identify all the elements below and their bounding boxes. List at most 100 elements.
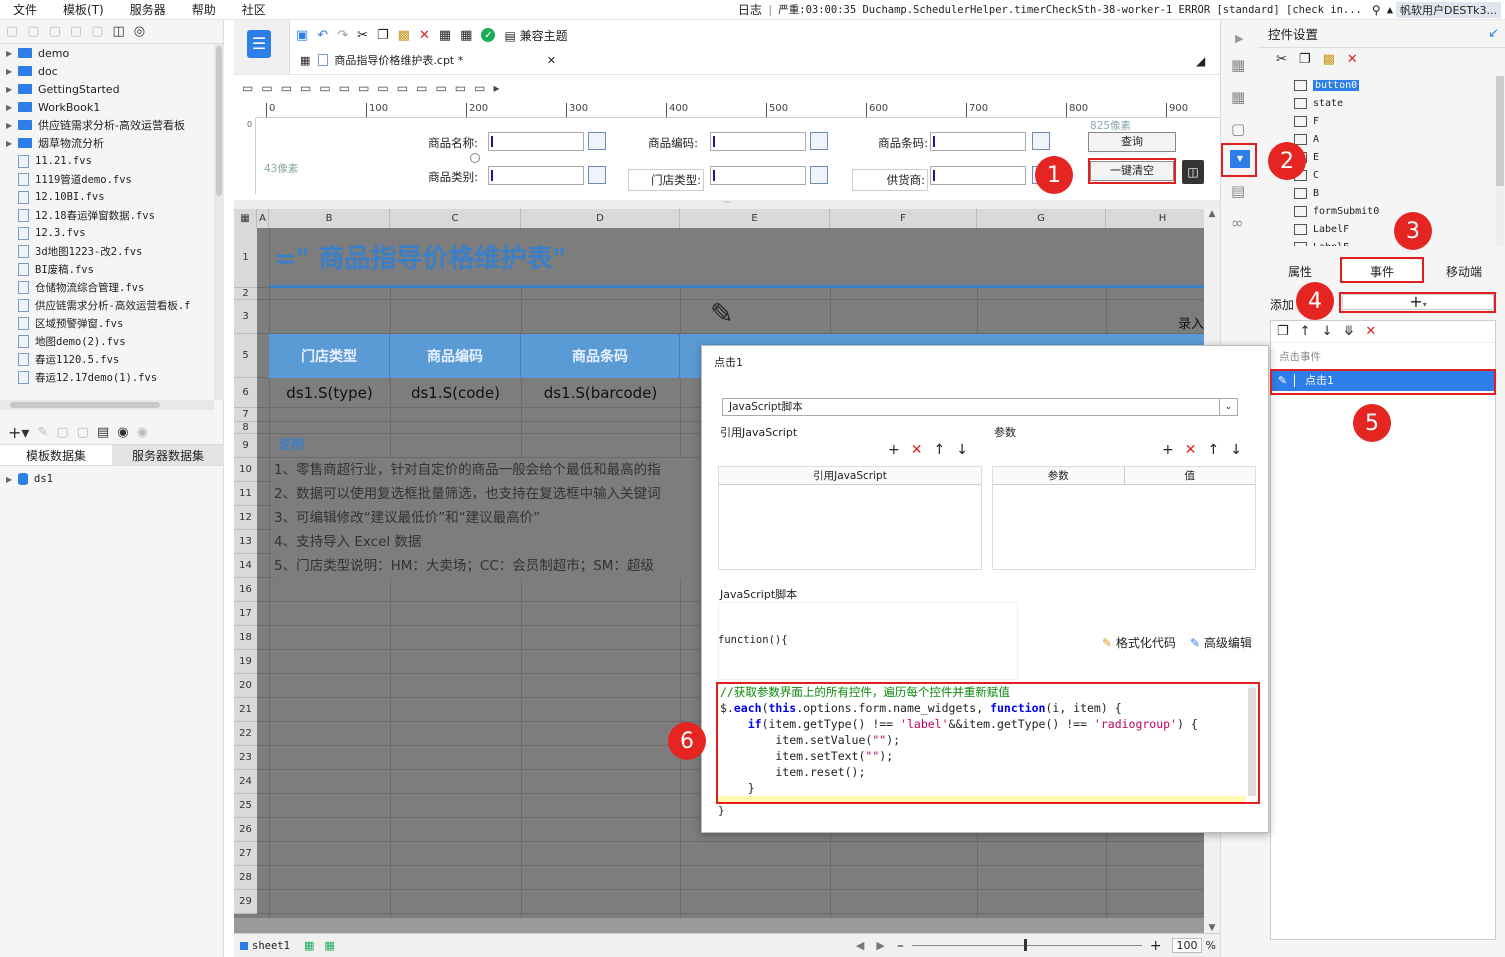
code-line[interactable]: } <box>720 780 1256 796</box>
tree-scrollbar[interactable] <box>214 44 224 400</box>
code-scrollbar[interactable] <box>1248 688 1256 796</box>
upload-widget-icon[interactable]: ▭ <box>435 81 446 95</box>
param-down-icon[interactable]: ↓ <box>1230 442 1242 458</box>
paste-icon[interactable]: ▩ <box>1323 52 1335 67</box>
sheet-hscroll[interactable] <box>234 918 1204 933</box>
splitter[interactable]: ··· <box>234 199 1220 209</box>
row-header[interactable]: 21 <box>234 698 257 722</box>
code-line[interactable]: $.each(this.options.form.name_widgets, f… <box>720 700 1256 716</box>
delete-icon[interactable]: ✕ <box>1347 52 1358 67</box>
row-header[interactable]: 23 <box>234 746 257 770</box>
locate-icon[interactable]: ◎ <box>134 24 145 39</box>
row-header[interactable]: 13 <box>234 530 257 554</box>
table-header-cell[interactable]: 商品编码 <box>390 334 521 378</box>
scroll-left-icon[interactable]: ◀ <box>856 939 864 952</box>
expand-arrow[interactable]: ▶ <box>6 103 18 112</box>
move-bottom-icon[interactable]: ⤋ <box>1343 324 1354 339</box>
product-code-picker-icon[interactable] <box>810 132 828 150</box>
tree-file[interactable]: 春运12.17demo(1).fvs <box>0 368 214 386</box>
widget-tree-item[interactable]: state <box>1294 94 1494 112</box>
tab-menu-icon[interactable]: ◢ <box>1196 54 1205 68</box>
category-input[interactable] <box>488 166 584 185</box>
copy-icon[interactable]: ❐ <box>377 28 389 43</box>
tree-file[interactable]: 12.3.fvs <box>0 224 214 242</box>
close-icon[interactable]: ✕ <box>547 54 556 67</box>
collapse-handle[interactable]: ☰ <box>234 20 290 76</box>
report-title-cell[interactable]: =" 商品指导价格维护表" <box>270 228 1204 288</box>
code-line[interactable]: item.reset(); <box>720 764 1256 780</box>
zoom-out-icon[interactable]: – <box>897 938 904 954</box>
widget-tree-item[interactable]: B <box>1294 184 1494 202</box>
column-header[interactable]: D <box>521 209 680 228</box>
notes-line[interactable]: 5、门店类型说明：HM：大卖场；CC：会员制超市；SM：超级 <box>274 554 704 578</box>
tab-template-datasets[interactable]: 模板数据集 <box>0 445 112 465</box>
row-header[interactable]: 12 <box>234 506 257 530</box>
delete-dataset-icon[interactable]: ▢ <box>56 425 68 440</box>
save-icon[interactable]: ▣ <box>296 28 308 43</box>
delete-icon[interactable]: ▢ <box>49 24 61 39</box>
notes-line[interactable]: 3、可编辑修改“建议最低价”和“建议最高价” <box>274 506 704 530</box>
dataset-icon[interactable]: ▤ <box>97 425 109 440</box>
column-header[interactable]: F <box>830 209 977 228</box>
tab-server-datasets[interactable]: 服务器数据集 <box>112 445 224 465</box>
combo-widget-icon[interactable]: ▭ <box>397 81 408 95</box>
expand-arrow[interactable]: ▶ <box>6 49 18 58</box>
hyperlink-icon[interactable]: ∞ <box>1231 214 1244 232</box>
expand-icon[interactable]: ▶ <box>1235 32 1243 45</box>
tree-file[interactable]: 地图demo(2).fvs <box>0 332 214 350</box>
add-param-icon[interactable]: + <box>1162 442 1174 458</box>
resize-handle[interactable] <box>470 153 480 163</box>
supplier-input[interactable] <box>930 166 1026 185</box>
advanced-edit-button[interactable]: ✎ 高级编辑 <box>1190 634 1252 651</box>
query-button[interactable]: 查询 <box>1088 132 1176 152</box>
expand-arrow[interactable]: ▶ <box>6 475 18 484</box>
row-header[interactable]: 19 <box>234 650 257 674</box>
row-header[interactable]: 25 <box>234 794 257 818</box>
more-widgets-icon[interactable]: ▸ <box>493 81 499 95</box>
tree-file[interactable]: 12.10BI.fvs <box>0 188 214 206</box>
cut-icon[interactable]: ▢ <box>91 24 103 39</box>
widget-tree-item[interactable]: A <box>1294 130 1494 148</box>
move-up-icon[interactable]: ↑ <box>1300 324 1311 339</box>
row-header[interactable]: 14 <box>234 554 257 578</box>
copy-icon[interactable]: ▢ <box>70 24 82 39</box>
expression-cell[interactable]: ds1.S(barcode) <box>521 378 680 408</box>
tree-file[interactable]: 春运1120.5.fvs <box>0 350 214 368</box>
store-type-input[interactable] <box>710 166 806 185</box>
up-icon[interactable]: ↑ <box>933 442 945 458</box>
menu-help[interactable]: 帮助 <box>179 1 229 18</box>
edit-dataset-icon[interactable]: ✎ <box>37 425 48 440</box>
row-header[interactable]: 24 <box>234 770 257 794</box>
row-header[interactable]: 7 <box>234 408 257 422</box>
number-widget-icon[interactable]: ▭ <box>319 81 330 95</box>
code-content[interactable]: //获取参数界面上的所有控件，遍历每个控件并重新赋值 $.each(this.op… <box>718 684 1258 802</box>
row-header[interactable]: 9 <box>234 434 257 458</box>
product-name-input[interactable] <box>488 132 584 151</box>
row-header[interactable]: 2 <box>234 288 257 300</box>
column-header[interactable]: B <box>269 209 390 228</box>
clear-all-button[interactable]: 一键清空 <box>1090 161 1174 181</box>
tree-file[interactable]: BI废稿.fvs <box>0 260 214 278</box>
tree-widget-icon[interactable]: ▭ <box>455 81 466 95</box>
bell-icon[interactable]: ▲ <box>1387 4 1393 16</box>
store-type-picker-icon[interactable] <box>810 166 828 184</box>
zoom-slider[interactable] <box>911 939 1142 951</box>
theme-button[interactable]: ▤ 兼容主题 <box>504 27 567 44</box>
tree-file[interactable]: 12.18春运弹窗数据.fvs <box>0 206 214 224</box>
code-line[interactable]: item.setValue(""); <box>720 732 1256 748</box>
expression-cell[interactable]: ds1.S(code) <box>390 378 521 408</box>
notes-line[interactable]: 4、支持导入 Excel 数据 <box>274 530 704 554</box>
widget-tree-item[interactable]: F <box>1294 112 1494 130</box>
list-widget-icon[interactable]: ▭ <box>474 81 485 95</box>
log-link[interactable]: 日志 <box>738 1 762 18</box>
widget-tree-scroll[interactable] <box>1496 76 1504 246</box>
zoom-in-icon[interactable]: + <box>1150 938 1162 954</box>
script-type-select[interactable]: JavaScript脚本 ⌄ <box>722 398 1238 416</box>
barcode-picker-icon[interactable] <box>1032 132 1050 150</box>
widget-settings-icon[interactable]: ▼ <box>1230 150 1250 168</box>
row-header[interactable]: 17 <box>234 602 257 626</box>
widget-tree-item[interactable]: C <box>1294 166 1494 184</box>
code-editor[interactable]: //获取参数界面上的所有控件，遍历每个控件并重新赋值 $.each(this.op… <box>716 682 1260 804</box>
date-widget-icon[interactable]: ▭ <box>416 81 427 95</box>
edit-icon[interactable]: ✎ <box>1271 373 1295 387</box>
